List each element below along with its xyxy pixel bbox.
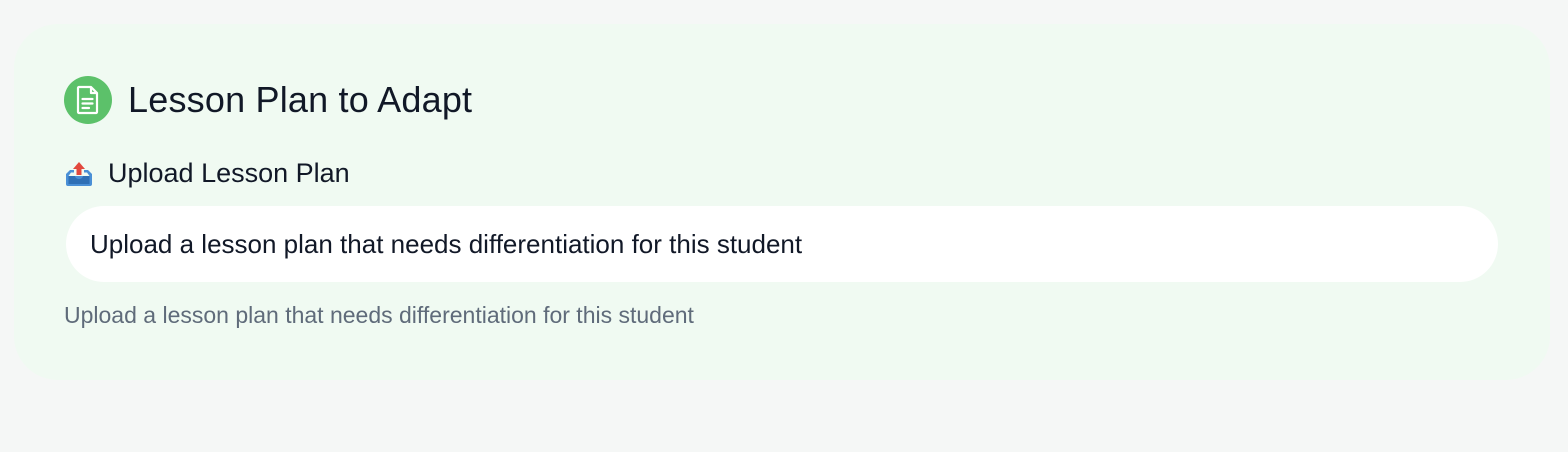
section-title: Lesson Plan to Adapt [128, 79, 473, 120]
upload-helper-text: Upload a lesson plan that needs differen… [64, 302, 694, 328]
upload-field-text: Upload a lesson plan that needs differen… [90, 228, 803, 259]
outbox-tray-icon [64, 159, 94, 189]
document-icon [64, 76, 112, 124]
upload-lesson-plan-field[interactable]: Upload a lesson plan that needs differen… [66, 206, 1498, 282]
upload-label-row: Upload Lesson Plan [64, 158, 350, 189]
section-header: Lesson Plan to Adapt [64, 76, 472, 124]
upload-label: Upload Lesson Plan [108, 158, 350, 188]
lesson-plan-card: Lesson Plan to Adapt Upload Lesson Plan … [14, 24, 1550, 380]
